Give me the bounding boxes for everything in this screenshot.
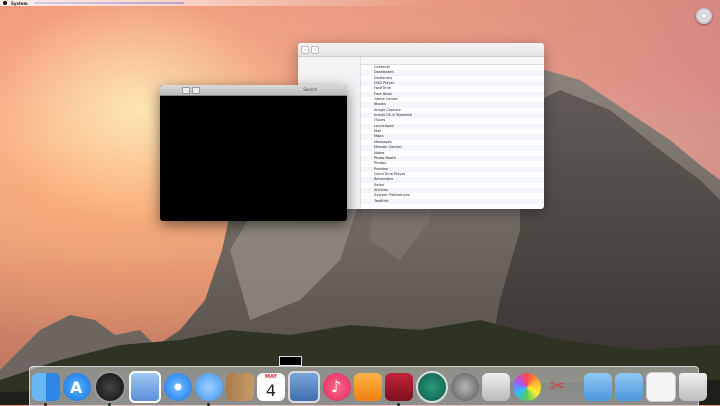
trash-icon[interactable] xyxy=(679,372,707,401)
photo-icon[interactable] xyxy=(288,370,320,403)
app-store-icon[interactable]: A xyxy=(63,372,91,401)
photo-booth-icon[interactable] xyxy=(385,372,413,406)
finder-icon[interactable] xyxy=(32,372,60,406)
apple-icon[interactable] xyxy=(3,1,7,5)
applications-folder-icon[interactable] xyxy=(584,372,612,401)
menubar-items xyxy=(33,2,184,4)
menu-bar: System xyxy=(0,0,720,6)
window-title: Search xyxy=(303,87,317,92)
utilities-icon[interactable]: ✂ xyxy=(544,373,572,401)
window-toolbar: ‹ › xyxy=(298,43,544,57)
preview-photos-icon[interactable] xyxy=(482,372,510,401)
applications-list: Contacts Dashboard Dictionary DVD Player Fac… xyxy=(361,57,544,209)
downloads-stack-icon[interactable] xyxy=(646,371,676,402)
itunes-icon[interactable]: ♪ xyxy=(323,372,351,401)
system-preferences-icon[interactable] xyxy=(451,372,479,401)
forward-button[interactable]: › xyxy=(311,45,319,54)
contacts-icon[interactable] xyxy=(226,372,254,401)
photos-icon[interactable] xyxy=(513,372,541,401)
messages-icon[interactable] xyxy=(195,372,223,406)
preview-icon[interactable] xyxy=(129,370,161,403)
toolbar-button-left[interactable] xyxy=(182,86,190,94)
dashboard-icon[interactable] xyxy=(94,370,126,406)
calendar-month: MAY xyxy=(265,373,277,380)
toolbar-button-right[interactable] xyxy=(192,86,200,94)
time-machine-icon[interactable] xyxy=(416,370,448,403)
black-window[interactable]: Search xyxy=(160,85,347,221)
documents-folder-icon[interactable] xyxy=(615,372,643,401)
window-titlebar xyxy=(160,85,347,96)
window-thumbnail[interactable] xyxy=(279,356,302,366)
calendar-icon[interactable]: MAY 4 xyxy=(257,372,285,401)
ibooks-icon[interactable] xyxy=(354,372,382,401)
dock: A MAY 4 ♪ ✂ xyxy=(29,366,707,406)
list-item[interactable]: TextEdit xyxy=(361,198,544,204)
calendar-day: 4 xyxy=(265,380,277,400)
menubar-app-name[interactable]: System xyxy=(11,1,28,6)
dvd-disc-icon[interactable] xyxy=(696,8,712,24)
safari-icon[interactable] xyxy=(164,372,192,401)
list-header xyxy=(361,57,544,65)
back-button[interactable]: ‹ xyxy=(301,45,309,54)
